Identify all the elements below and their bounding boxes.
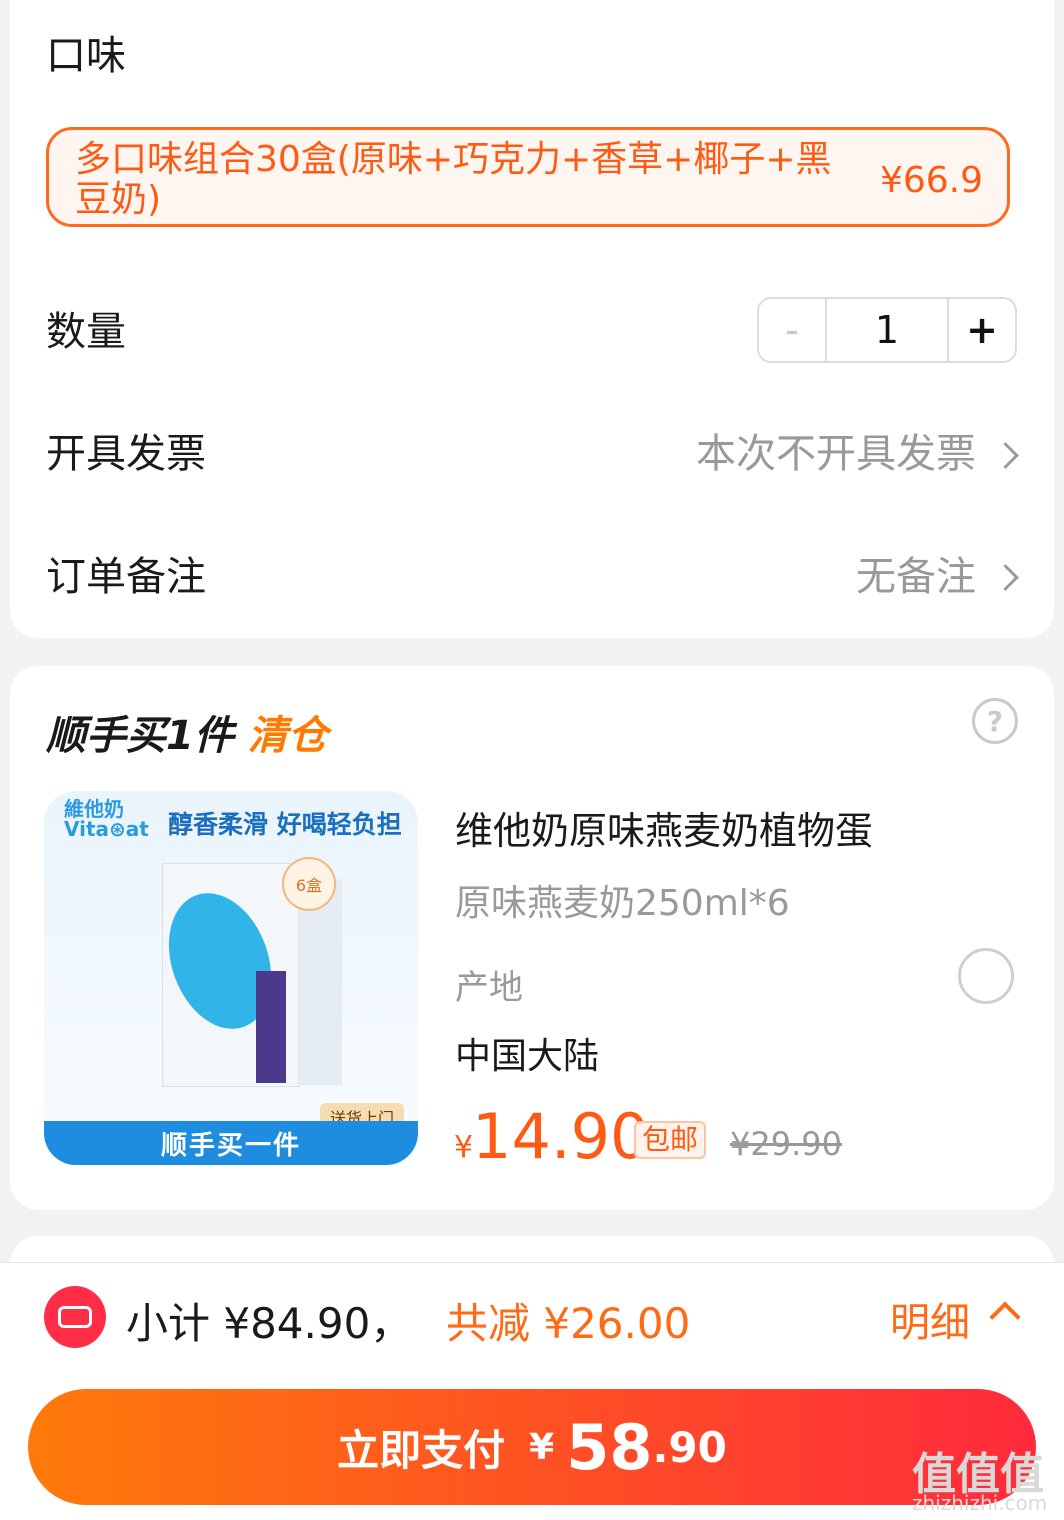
flavor-option-price: ¥66.9 <box>879 160 983 201</box>
carton-flavor-strip <box>256 971 286 1083</box>
product-slogan: 醇香柔滑 好喝轻负担 <box>168 810 402 839</box>
subtotal-text: 小计 ¥84.90， <box>126 1299 413 1348</box>
pay-currency: ¥ <box>529 1426 555 1468</box>
detail-button[interactable]: 明细 <box>890 1290 970 1348</box>
order-note-label: 订单备注 <box>46 554 206 600</box>
product-price: 14.90 <box>472 1100 650 1173</box>
quantity-stepper: - 1 + <box>757 297 1017 363</box>
watermark-url: zhizhizhi.com <box>912 1491 1048 1515</box>
pay-amount-int: 58 <box>566 1410 653 1484</box>
addon-section-title: 顺手买1件 清仓 <box>46 703 328 761</box>
flavor-label: 口味 <box>46 33 126 79</box>
origin-value: 中国大陆 <box>455 1036 600 1077</box>
pay-now-button[interactable]: 立即支付 ¥ 58 .90 <box>28 1389 1036 1505</box>
addon-title-main: 顺手买1件 <box>46 713 234 759</box>
brand-logo: 維他奶 Vita⊛at <box>64 797 149 841</box>
pay-amount-dec: .90 <box>652 1422 727 1472</box>
addon-title-accent: 清仓 <box>247 713 328 759</box>
original-price: ¥29.90 <box>730 1125 842 1163</box>
product-title[interactable]: 维他奶原味燕麦奶植物蛋 <box>455 800 873 855</box>
product-image[interactable]: 維他奶 Vita⊛at 醇香柔滑 好喝轻负担 6盒 送货上门 顺手买一件 <box>44 791 418 1165</box>
quantity-label: 数量 <box>46 309 126 355</box>
free-shipping-badge: 包邮 <box>634 1121 707 1159</box>
invoice-value[interactable]: 本次不开具发票 <box>696 434 976 474</box>
discount-text: 共减 ¥26.00 <box>446 1299 691 1348</box>
increase-button[interactable]: + <box>947 299 1015 361</box>
product-spec: 原味燕麦奶250ml*6 <box>455 883 790 924</box>
price-currency: ¥ <box>454 1130 474 1165</box>
pack-count-badge: 6盒 <box>282 857 336 911</box>
quantity-input[interactable]: 1 <box>827 299 947 361</box>
flavor-option-text: 多口味组合30盒(原味+巧克力+香草+椰子+黑豆奶) <box>75 139 832 220</box>
image-banner: 顺手买一件 <box>44 1121 418 1165</box>
decrease-button[interactable]: - <box>759 299 827 361</box>
origin-label: 产地 <box>455 968 523 1008</box>
coupon-icon <box>44 1286 106 1348</box>
addon-select-radio[interactable] <box>958 948 1014 1004</box>
flavor-option[interactable]: 多口味组合30盒(原味+巧克力+香草+椰子+黑豆奶) ¥66.9 <box>46 127 1010 227</box>
order-note-value[interactable]: 无备注 <box>856 557 976 597</box>
help-icon[interactable]: ? <box>972 698 1018 744</box>
pay-label: 立即支付 <box>337 1425 506 1475</box>
invoice-label: 开具发票 <box>46 431 206 477</box>
